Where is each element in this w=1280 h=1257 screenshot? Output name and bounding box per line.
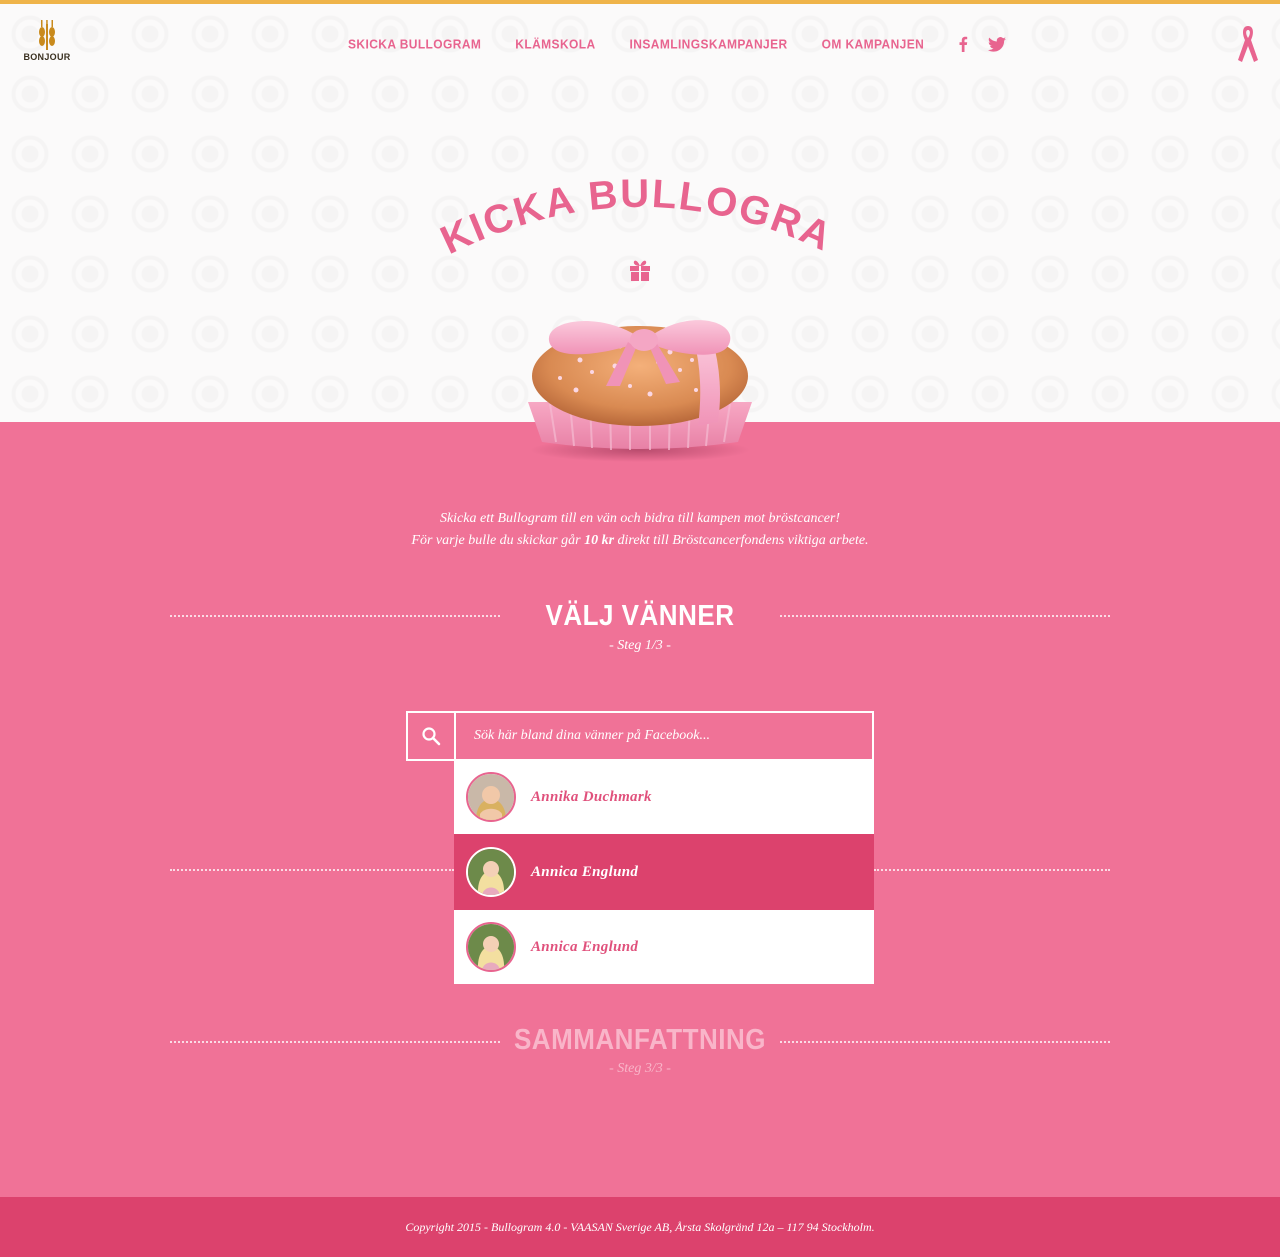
- avatar: [466, 847, 516, 897]
- avatar: [466, 922, 516, 972]
- footer: Copyright 2015 - Bullogram 4.0 - VAASAN …: [0, 1197, 1280, 1257]
- step-3-title: SAMMANFATTNING: [513, 1022, 767, 1056]
- result-name: Annica Englund: [531, 863, 639, 880]
- nav-item-om-kampanjen[interactable]: OM KAMPANJEN: [822, 36, 925, 51]
- search-icon: [422, 727, 441, 746]
- hero-title: SKICKA BULLOGRAM: [420, 172, 840, 263]
- intro-line-2: För varje bulle du skickar går 10 kr dir…: [0, 530, 1280, 552]
- bun-image: [528, 320, 752, 462]
- twitter-icon[interactable]: [988, 35, 1007, 53]
- divider-right: [874, 869, 1110, 871]
- svg-text:SKICKA BULLOGRAM: SKICKA BULLOGRAM: [420, 172, 840, 263]
- intro-text: Skicka ett Bullogram till en vän och bid…: [0, 508, 1280, 552]
- result-row-selected[interactable]: Annica Englund: [454, 834, 874, 910]
- wheat-icon: [39, 20, 55, 50]
- copyright-text: Copyright 2015 - Bullogram 4.0 - VAASAN …: [405, 1220, 875, 1234]
- nav-item-insamlingskampanjer[interactable]: INSAMLINGSKAMPANJER: [630, 36, 788, 51]
- pink-ribbon-icon: [1238, 26, 1258, 62]
- intro-line-1: Skicka ett Bullogram till en vän och bid…: [439, 511, 841, 526]
- facebook-icon[interactable]: [958, 35, 968, 53]
- gift-icon: [630, 260, 650, 281]
- hero-title-text: SKICKA BULLOGRAM: [420, 172, 838, 263]
- nav-item-skicka-bullogram[interactable]: SKICKA BULLOGRAM: [348, 36, 481, 51]
- search-input[interactable]: [456, 713, 872, 759]
- divider-left: [170, 869, 454, 871]
- nav-item-klamskola[interactable]: KLÄMSKOLA: [515, 36, 595, 51]
- search-results: Annika Duchmark Annica Englund Annica En…: [454, 760, 874, 984]
- logo-text: BONJOUR: [23, 52, 71, 62]
- intro-amount: 10 kr: [584, 533, 615, 548]
- step-3-subtitle: - Steg 3/3 -: [609, 1061, 671, 1076]
- intro-line-2-end: direkt till Bröstcancerfondens viktiga a…: [614, 533, 869, 548]
- search-button[interactable]: [408, 713, 456, 759]
- result-row[interactable]: Annika Duchmark: [454, 760, 874, 834]
- step-1-title: VÄLJ VÄNNER: [545, 598, 735, 632]
- avatar: [466, 772, 516, 822]
- intro-line-2-start: För varje bulle du skickar går: [411, 533, 585, 548]
- step-1-subtitle: - Steg 1/3 -: [609, 638, 671, 653]
- result-row[interactable]: Annica Englund: [454, 910, 874, 984]
- result-name: Annica Englund: [531, 938, 639, 955]
- result-name: Annika Duchmark: [531, 788, 652, 805]
- friend-search: [406, 711, 874, 761]
- main-nav: SKICKA BULLOGRAM KLÄMSKOLA INSAMLINGSKAM…: [348, 34, 1026, 54]
- bonjour-logo[interactable]: BONJOUR: [18, 20, 76, 66]
